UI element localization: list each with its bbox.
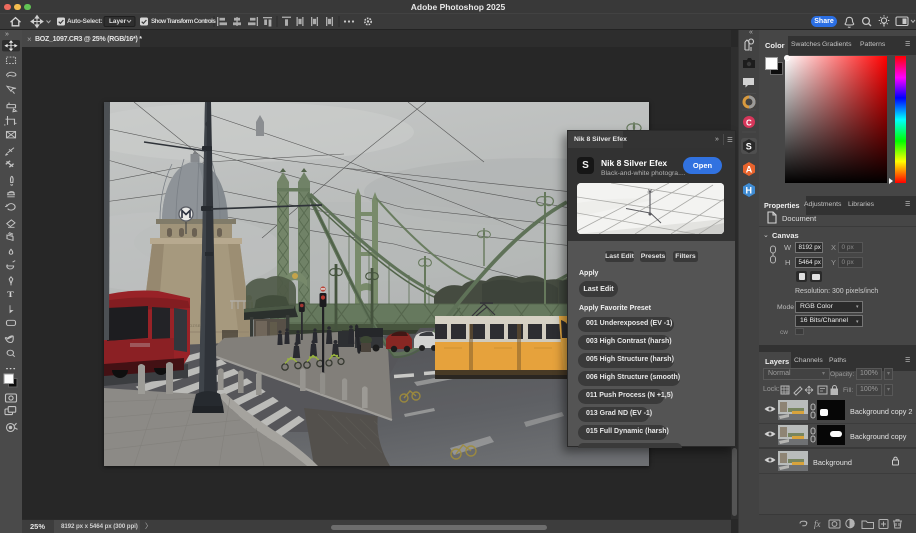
svg-text:C: C [746,119,752,128]
svg-text:A: A [746,165,753,175]
svg-text:T: T [7,290,14,299]
svg-text:fx: fx [814,519,821,529]
svg-text:H: H [746,186,753,196]
svg-text:S: S [746,142,752,152]
